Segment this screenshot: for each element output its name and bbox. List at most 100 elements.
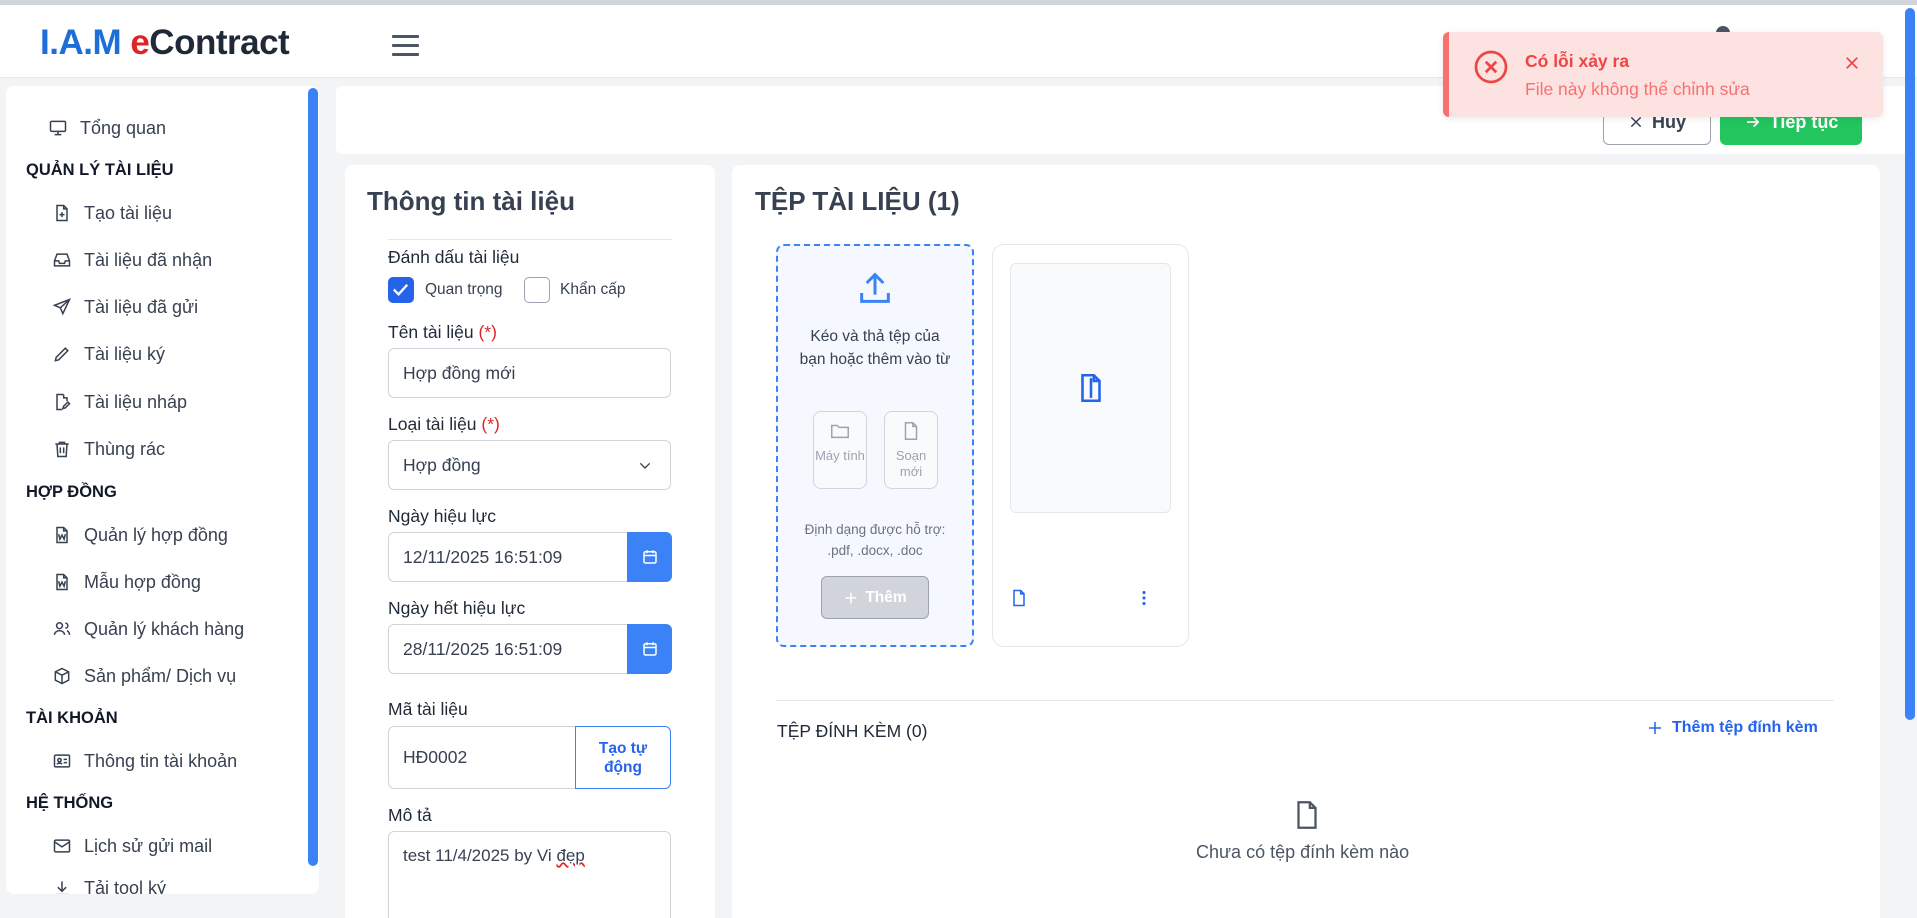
sidebar-item-label: Thùng rác xyxy=(84,438,166,459)
menu-toggle-icon[interactable] xyxy=(392,35,419,56)
source-computer-button[interactable]: Máy tính xyxy=(813,411,867,489)
code-label: Mã tài liệu xyxy=(388,699,468,719)
upload-icon xyxy=(860,272,890,303)
close-icon[interactable] xyxy=(1843,54,1861,72)
sidebar-item-label: Tạo tài liệu xyxy=(84,202,173,223)
add-file-button[interactable]: Thêm xyxy=(821,576,929,619)
word-file-icon xyxy=(52,525,72,545)
monitor-icon xyxy=(48,118,68,138)
sidebar-section-contracts: HỢP ĐỒNG xyxy=(26,483,117,501)
effective-date-picker-button[interactable] xyxy=(627,532,672,582)
document-type-select[interactable]: Hợp đồng xyxy=(388,440,671,490)
file-plus-icon xyxy=(52,203,72,223)
inbox-icon xyxy=(52,250,72,270)
important-label: Quan trọng xyxy=(425,281,503,298)
error-toast: Có lỗi xảy ra File này không thể chỉnh s… xyxy=(1443,32,1883,117)
source-new-label: Soạn mới xyxy=(895,448,927,479)
sidebar-section-system: HỆ THỐNG xyxy=(26,794,114,812)
users-icon xyxy=(52,619,72,639)
plus-icon xyxy=(845,592,857,603)
description-label: Mô tả xyxy=(388,805,432,825)
supported-formats-note: Định dạng được hỗ trợ: .pdf, .docx, .doc xyxy=(804,522,946,558)
urgent-label: Khẩn cấp xyxy=(560,281,626,298)
sidebar-item-download-tool[interactable]: Tải tool ký xyxy=(52,878,166,894)
effective-date-value: 12/11/2025 16:51:09 xyxy=(403,546,563,567)
page-scrollbar[interactable] xyxy=(1905,8,1917,918)
sidebar-item-label: Tài liệu đã nhận xyxy=(84,249,213,270)
add-attachment-label: Thêm tệp đính kèm xyxy=(1672,719,1818,736)
folder-icon xyxy=(831,424,849,439)
expiry-date-label: Ngày hết hiệu lực xyxy=(388,598,526,618)
sidebar-item-draft[interactable]: Tài liệu nháp xyxy=(52,388,187,416)
box-icon xyxy=(52,666,72,686)
no-attachments-text: Chưa có tệp đính kèm nào xyxy=(1196,842,1410,862)
sidebar-item-received[interactable]: Tài liệu đã nhận xyxy=(52,246,212,274)
auto-generate-label-line2: động xyxy=(604,758,642,776)
sidebar-section-documents: QUẢN LÝ TÀI LIỆU xyxy=(26,161,174,179)
sidebar-item-label: Tài liệu đã gửi xyxy=(84,296,199,317)
sidebar-item-label: Lịch sử gửi mail xyxy=(84,835,213,856)
sidebar-item-sign[interactable]: Tài liệu ký xyxy=(52,340,165,368)
important-checkbox[interactable] xyxy=(388,277,414,303)
file-type-icon[interactable] xyxy=(1009,587,1029,609)
sidebar-item-label: Quản lý hợp đồng xyxy=(84,524,228,545)
dropzone-instructions: Kéo và thả tệp của bạn hoặc thêm vào từ xyxy=(799,328,951,368)
expiry-date-picker-button[interactable] xyxy=(627,624,672,674)
check-icon xyxy=(392,283,409,296)
sidebar-item-label: Tài liệu nháp xyxy=(84,391,188,412)
document-name-input[interactable]: Hợp đồng mới xyxy=(388,348,671,398)
sidebar-section-account: TÀI KHOẢN xyxy=(26,709,118,727)
sidebar-item-label: Tải tool ký xyxy=(84,878,167,894)
expiry-date-value: 28/11/2025 16:51:09 xyxy=(403,638,563,659)
calendar-icon xyxy=(642,550,657,564)
plus-icon xyxy=(1649,722,1661,734)
send-icon xyxy=(52,297,72,317)
sidebar-item-account-info[interactable]: Thông tin tài khoản xyxy=(52,747,237,775)
expiry-date-input[interactable]: 28/11/2025 16:51:09 xyxy=(388,624,628,674)
more-options-icon[interactable] xyxy=(1137,587,1151,609)
document-type-value: Hợp đồng xyxy=(403,454,481,475)
sidebar-item-create-document[interactable]: Tạo tài liệu xyxy=(52,199,172,227)
file-thumbnail[interactable] xyxy=(1010,263,1171,513)
sidebar-item-products[interactable]: Sản phẩm/ Dịch vụ xyxy=(52,662,236,690)
download-icon xyxy=(52,878,72,894)
trash-icon xyxy=(52,439,72,459)
word-file-icon xyxy=(52,572,72,592)
toast-message: File này không thể chỉnh sửa xyxy=(1525,79,1750,99)
sidebar-item-customers[interactable]: Quản lý khách hàng xyxy=(52,615,244,643)
description-textarea[interactable]: test 11/4/2025 by Vi đẹp xyxy=(388,831,671,918)
source-new-button[interactable]: Soạn mới xyxy=(884,411,938,489)
logo[interactable]: I.A.M eContract xyxy=(40,23,290,63)
sidebar-item-label: Tài liệu ký xyxy=(84,343,166,364)
document-code-value: HĐ0002 xyxy=(403,747,468,767)
add-file-label: Thêm xyxy=(865,588,907,606)
document-code-input[interactable]: HĐ0002 xyxy=(388,726,576,789)
auto-generate-button[interactable]: Tạo tự động xyxy=(575,726,671,789)
required-mark: (*) xyxy=(478,322,497,342)
sidebar-scrollbar[interactable] xyxy=(307,86,319,894)
attachments-title: TỆP ĐÍNH KÈM (0) xyxy=(777,721,928,741)
name-label-text: Tên tài liệu xyxy=(388,322,474,342)
sidebar-item-overview[interactable]: Tổng quan xyxy=(48,114,166,142)
mark-label: Đánh dấu tài liệu xyxy=(388,247,520,267)
effective-date-label: Ngày hiệu lực xyxy=(388,506,497,526)
sidebar-item-contract-management[interactable]: Quản lý hợp đồng xyxy=(52,521,228,549)
sidebar-item-label: Tổng quan xyxy=(80,117,167,138)
effective-date-input[interactable]: 12/11/2025 16:51:09 xyxy=(388,532,628,582)
document-info-title: Thông tin tài liệu xyxy=(367,186,575,216)
files-title: TỆP TÀI LIỆU (1) xyxy=(755,186,960,216)
sidebar-item-contract-templates[interactable]: Mẫu hợp đồng xyxy=(52,568,201,596)
sidebar-item-sent[interactable]: Tài liệu đã gửi xyxy=(52,293,198,321)
sidebar-item-mail-history[interactable]: Lịch sử gửi mail xyxy=(52,832,212,860)
toast-title: Có lỗi xảy ra xyxy=(1525,51,1630,71)
sidebar-item-trash[interactable]: Thùng rác xyxy=(52,435,165,463)
required-mark: (*) xyxy=(481,414,500,434)
file-icon xyxy=(904,422,918,440)
auto-generate-label-line1: Tạo tự xyxy=(598,739,648,757)
calendar-icon xyxy=(642,642,657,656)
add-attachment-button[interactable]: Thêm tệp đính kèm xyxy=(1646,719,1818,737)
chevron-down-icon xyxy=(639,462,651,469)
logo-e: e xyxy=(130,23,150,62)
urgent-checkbox[interactable] xyxy=(524,277,550,303)
logo-contract: Contract xyxy=(149,23,290,62)
